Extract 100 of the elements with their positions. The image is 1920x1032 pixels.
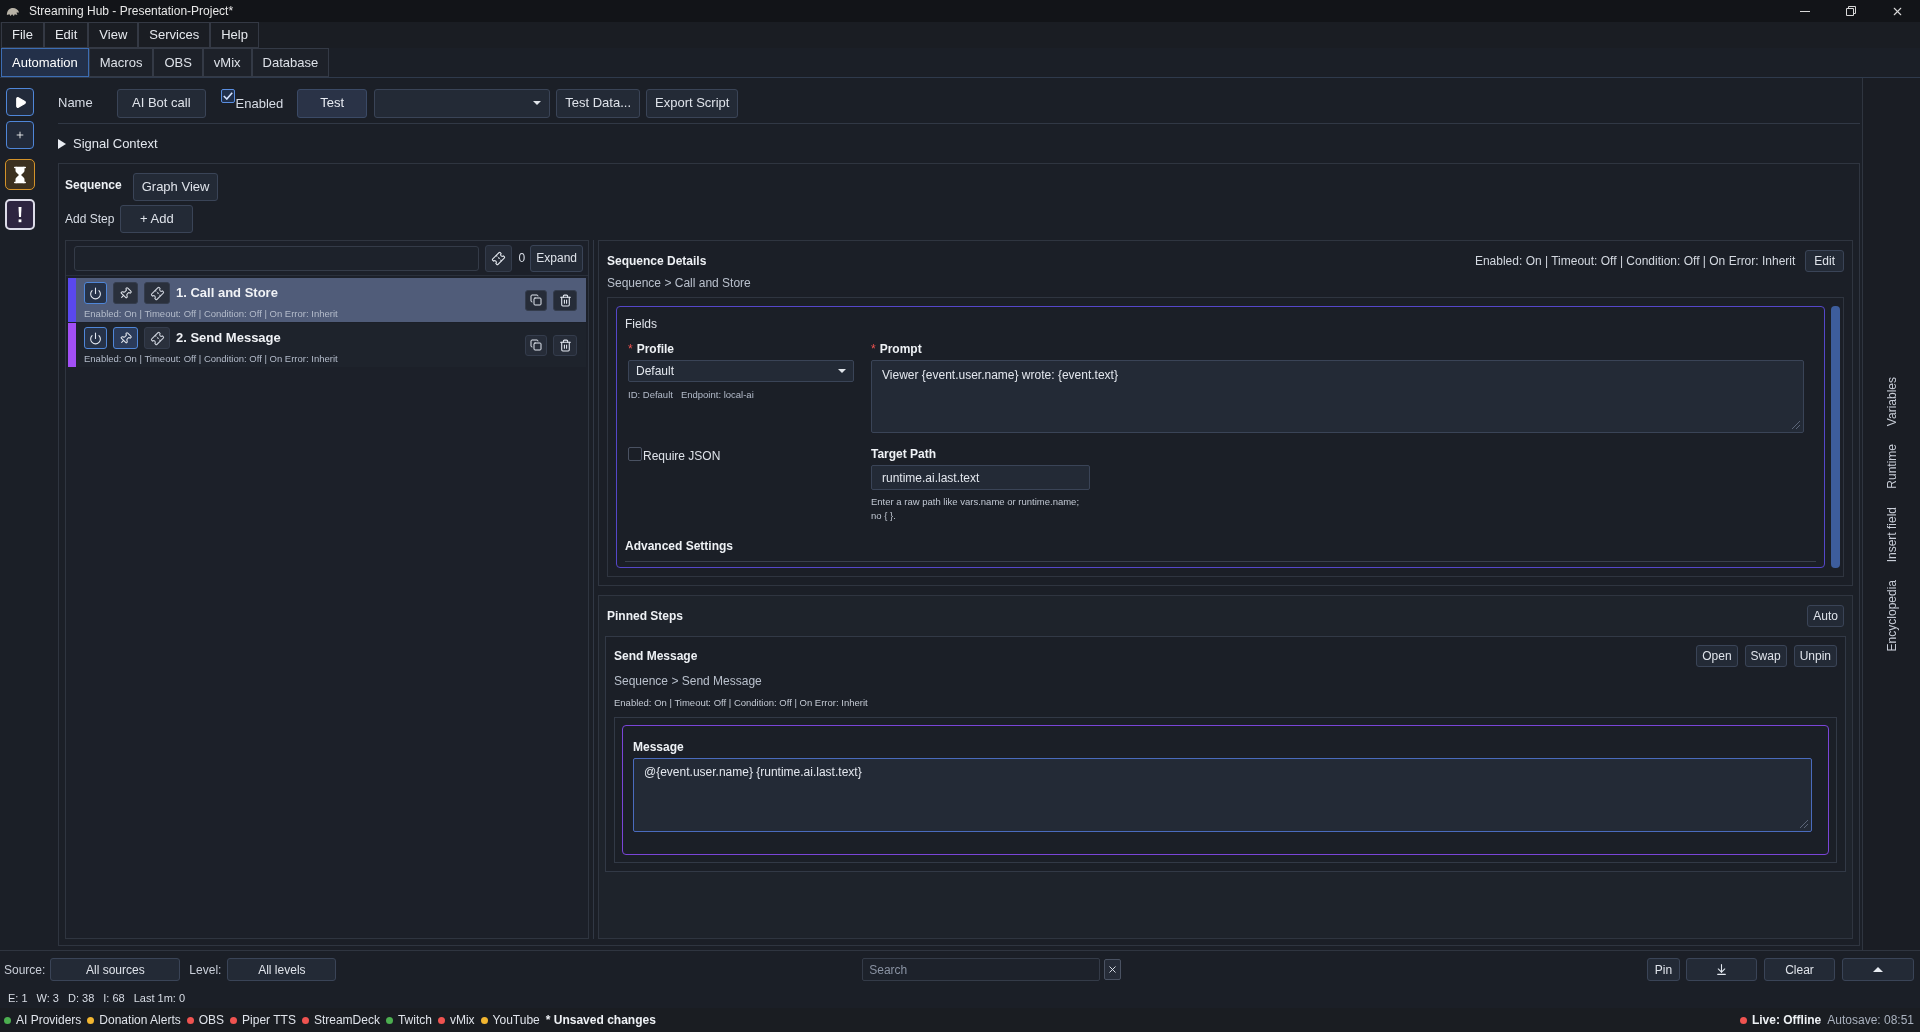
- tab[interactable]: OBS: [153, 48, 203, 77]
- checkbox[interactable]: [220, 89, 235, 103]
- side-tab[interactable]: Encyclopedia: [1882, 580, 1901, 652]
- add-step-button[interactable]: + Add: [120, 204, 194, 233]
- exclamation-icon: [18, 206, 22, 223]
- play-icon: [13, 95, 27, 109]
- service-status: Donation Alerts: [99, 1012, 181, 1029]
- power-icon: [89, 331, 102, 345]
- level-label: Level:: [189, 961, 222, 979]
- breadcrumb: Sequence > Call and Store: [607, 275, 752, 292]
- field-label: Message: [633, 739, 685, 757]
- delete-button[interactable]: [553, 334, 577, 356]
- step-row[interactable]: 1. Call and Store Enabled: On | Timeout: Off | Condition: Off | On Error: Inherit: [68, 278, 586, 322]
- clear-button[interactable]: Clear: [1764, 958, 1835, 981]
- auto-button[interactable]: Auto: [1807, 605, 1844, 627]
- live-status: Live: Offline: [1751, 1012, 1822, 1029]
- service-status: AI Providers: [16, 1012, 82, 1029]
- clear-search-button[interactable]: [1104, 959, 1122, 980]
- download-icon: [1715, 963, 1728, 976]
- alert-button[interactable]: [5, 199, 35, 230]
- add-step-label: Add Step: [65, 210, 115, 228]
- side-tab[interactable]: Insert field: [1882, 506, 1901, 563]
- minimize-icon: [1800, 10, 1810, 12]
- pinned-step-title: Send Message: [614, 648, 698, 665]
- step-summary: Enabled: On | Timeout: Off | Condition: Off | On Error: Inherit: [84, 352, 339, 366]
- hourglass-icon: [11, 165, 29, 184]
- close-icon: [1107, 964, 1119, 975]
- pinned-action-button[interactable]: Swap: [1744, 645, 1787, 667]
- menu-item[interactable]: Help: [210, 22, 259, 48]
- panel-title: Pinned Steps: [607, 608, 683, 625]
- power-toggle[interactable]: [84, 327, 107, 349]
- breadcrumb: Sequence > Send Message: [614, 673, 763, 690]
- copy-icon: [530, 294, 542, 306]
- side-tab[interactable]: Variables: [1882, 377, 1901, 427]
- pin-button[interactable]: Pin: [1647, 958, 1680, 981]
- step-status-text: Enabled: On | Timeout: Off | Condition: Off | On Error: Inherit: [1474, 253, 1796, 270]
- name-field[interactable]: AI Bot call: [117, 88, 206, 118]
- source-select[interactable]: All sources: [50, 958, 181, 981]
- window-title: Streaming Hub - Presentation-Project*: [29, 3, 234, 20]
- tab[interactable]: Database: [251, 48, 330, 77]
- autosave-text: Autosave: 08:51: [1827, 1012, 1914, 1029]
- required-marker: *: [628, 341, 633, 358]
- checkbox[interactable]: [628, 447, 642, 461]
- level-select[interactable]: All levels: [227, 958, 337, 981]
- ticket-button[interactable]: [144, 327, 170, 349]
- message-textarea[interactable]: @{event.user.name} {runtime.ai.last.text}: [633, 758, 1812, 833]
- pinned-action-button[interactable]: Open: [1696, 645, 1738, 667]
- field-label: Profile: [636, 341, 674, 358]
- ticket-button[interactable]: [144, 282, 170, 304]
- pinned-action-button[interactable]: Unpin: [1793, 645, 1837, 667]
- duplicate-button[interactable]: [525, 334, 547, 356]
- service-status: YouTube: [492, 1012, 540, 1029]
- restore-icon: [1846, 6, 1856, 16]
- expand-button[interactable]: Expand: [530, 244, 583, 272]
- profile-info-text: ID: Default: [628, 388, 673, 402]
- scrollbar[interactable]: [1831, 306, 1840, 568]
- power-toggle[interactable]: [84, 282, 107, 304]
- name-label: Name: [58, 94, 94, 113]
- search-field[interactable]: Search: [862, 958, 1101, 981]
- menu-item[interactable]: Edit: [43, 22, 89, 48]
- service-status: Twitch: [397, 1012, 432, 1029]
- step-summary: Enabled: On | Timeout: Off | Condition: Off | On Error: Inherit: [84, 307, 339, 321]
- service-status: vMix: [449, 1012, 475, 1029]
- pin-toggle[interactable]: [113, 327, 138, 349]
- profile-info-text: Endpoint: local-ai: [680, 388, 754, 402]
- pin-toggle[interactable]: [113, 282, 138, 304]
- toolbar-button[interactable]: Export Script: [646, 88, 739, 118]
- plus-icon: [15, 130, 25, 140]
- tab[interactable]: Automation: [1, 48, 89, 77]
- menu-item[interactable]: Services: [138, 22, 211, 48]
- unsaved-indicator: * Unsaved changes: [545, 1012, 656, 1029]
- profile-select[interactable]: Default: [628, 360, 854, 382]
- step-status-text: Enabled: On | Timeout: Off | Condition: Off | On Error: Inherit: [614, 696, 869, 710]
- service-status: OBS: [198, 1012, 225, 1029]
- menu-item[interactable]: View: [88, 22, 139, 48]
- duplicate-button[interactable]: [525, 289, 547, 311]
- graph-view-button[interactable]: Graph View: [132, 172, 219, 201]
- advanced-settings-heading[interactable]: Advanced Settings: [625, 537, 734, 555]
- filter-field[interactable]: [74, 245, 479, 271]
- edit-button[interactable]: Edit: [1805, 250, 1844, 272]
- toolbar-button[interactable]: Test Data...: [556, 88, 640, 118]
- menu-item[interactable]: File: [1, 22, 44, 48]
- side-tab[interactable]: Runtime: [1882, 444, 1901, 489]
- test-button[interactable]: Test: [297, 88, 368, 118]
- log-stat: I: 68: [103, 990, 125, 1006]
- prompt-textarea[interactable]: Viewer {event.user.name} wrote: {event.text}: [871, 360, 1804, 433]
- add-button[interactable]: [6, 121, 34, 149]
- tab[interactable]: vMix: [202, 48, 252, 77]
- resize-grip-icon: [1792, 421, 1800, 429]
- delete-button[interactable]: [553, 289, 577, 311]
- hourglass-button[interactable]: [5, 159, 35, 190]
- step-title: 1. Call and Store: [176, 284, 278, 303]
- run-button[interactable]: [6, 88, 34, 116]
- app-logo-icon: [6, 5, 20, 17]
- tab[interactable]: Macros: [88, 48, 154, 77]
- ticket-filter-button[interactable]: [484, 244, 512, 272]
- signal-context-toggle[interactable]: Signal Context: [58, 124, 158, 163]
- log-stat: Last 1m: 0: [133, 990, 186, 1006]
- trash-icon: [558, 338, 572, 352]
- target-path-field[interactable]: runtime.ai.last.text: [871, 465, 1090, 490]
